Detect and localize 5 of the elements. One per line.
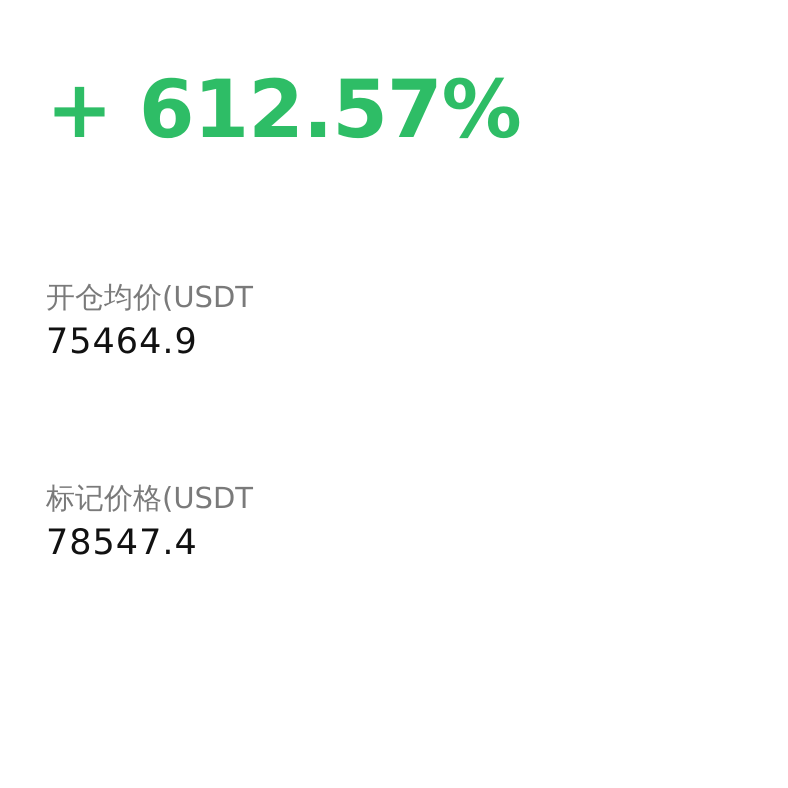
profit-percentage: + 612.57% [46, 66, 521, 154]
field-value: 78547.4 [46, 522, 198, 564]
field-label: 标记价格(USDT [46, 480, 253, 516]
field-label: 开仓均价(USDT [46, 280, 253, 315]
field-value: 75464.9 [46, 320, 198, 363]
